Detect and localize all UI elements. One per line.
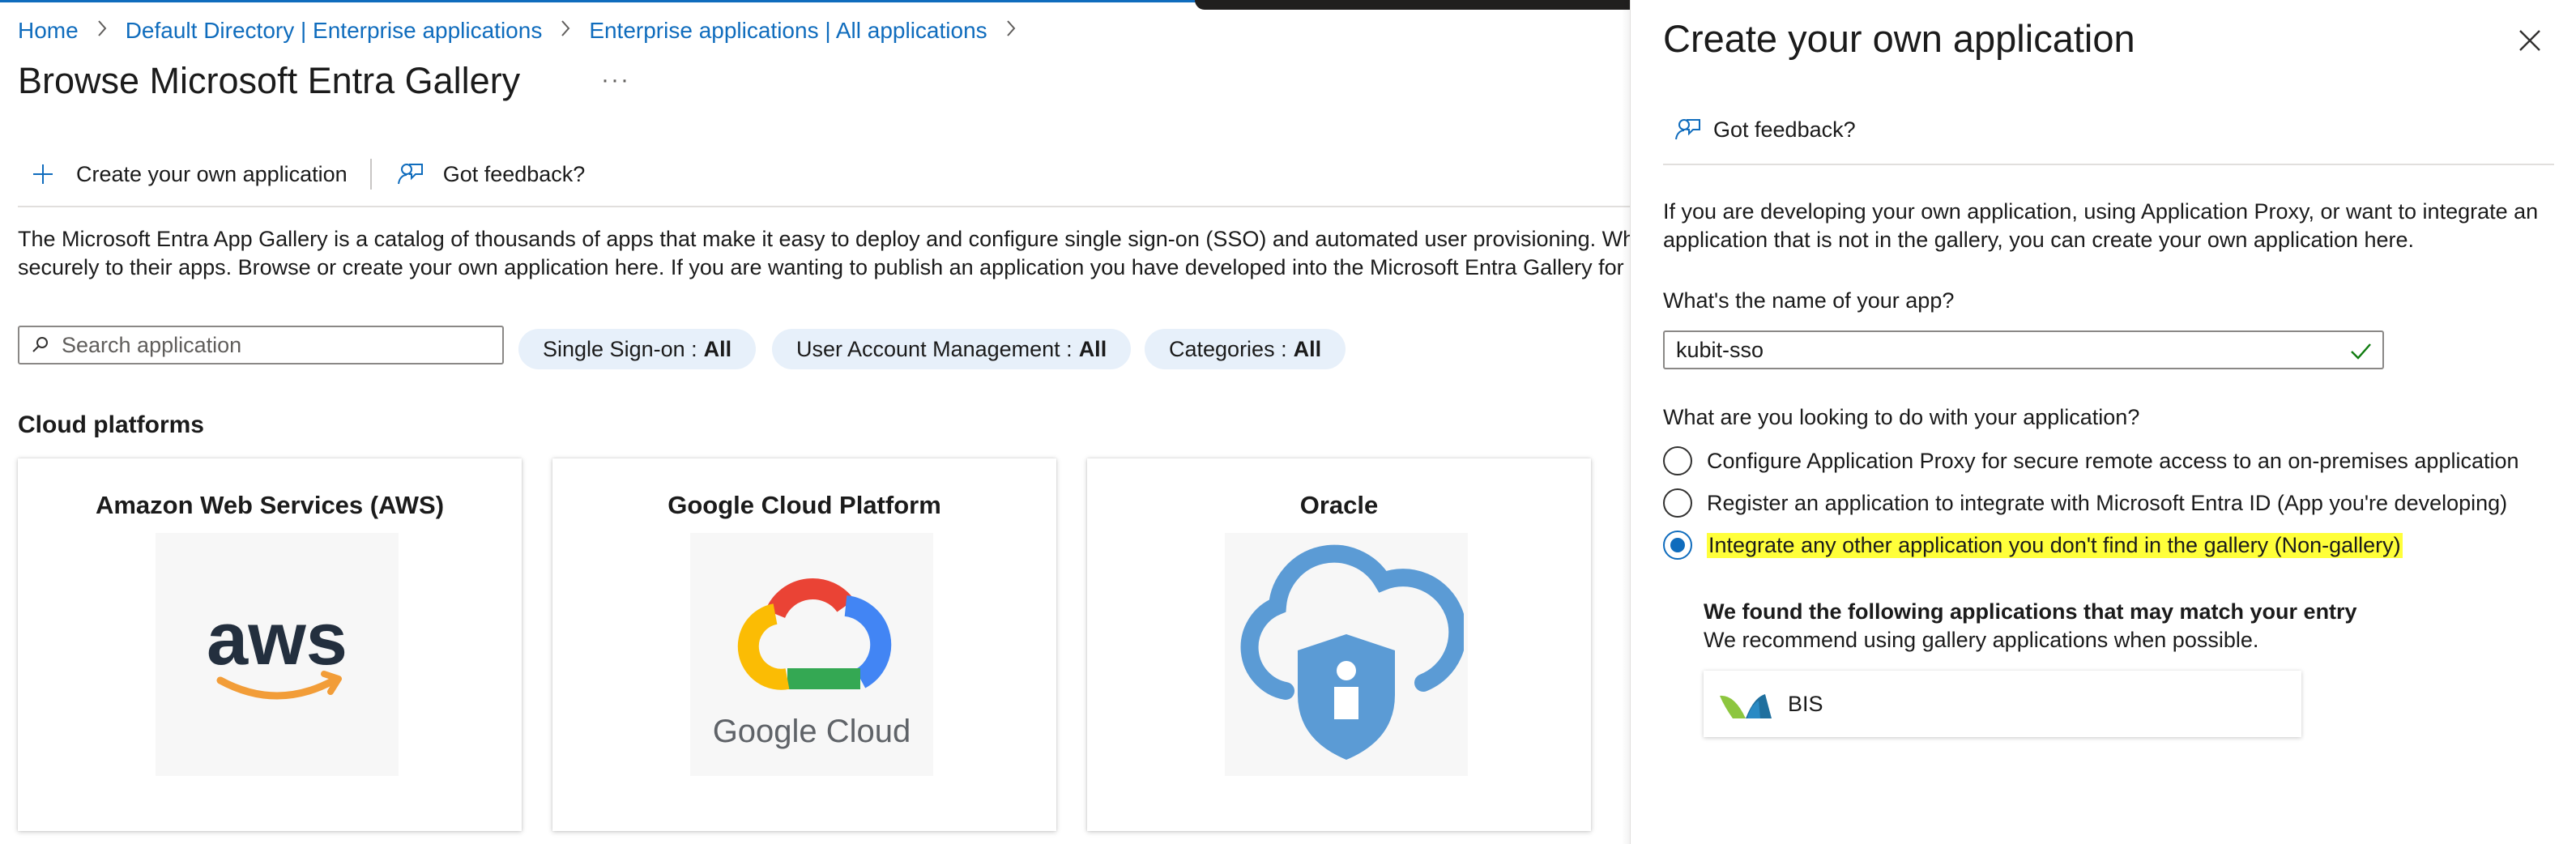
chevron-right-icon bbox=[96, 19, 108, 43]
radio-button[interactable] bbox=[1663, 446, 1692, 475]
radio-option-app-proxy[interactable]: Configure Application Proxy for secure r… bbox=[1663, 446, 2519, 475]
filter-label: Single Sign-on : bbox=[543, 336, 697, 361]
radio-label: Integrate any other application you don'… bbox=[1707, 532, 2403, 558]
command-bar-divider bbox=[18, 206, 1630, 207]
radio-button[interactable] bbox=[1663, 488, 1692, 518]
search-icon bbox=[31, 335, 50, 355]
filter-user-account-management[interactable]: User Account Management : All bbox=[772, 329, 1132, 369]
page-title: Browse Microsoft Entra Gallery bbox=[18, 60, 521, 101]
filter-value: All bbox=[1293, 336, 1322, 361]
radio-option-register-app[interactable]: Register an application to integrate wit… bbox=[1663, 488, 2507, 518]
radio-button-selected[interactable] bbox=[1663, 531, 1692, 560]
oracle-cloud-shield-icon bbox=[1225, 533, 1468, 776]
chevron-right-icon bbox=[560, 19, 571, 43]
search-box[interactable] bbox=[18, 326, 504, 364]
filter-label: User Account Management : bbox=[796, 336, 1073, 361]
app-card-aws[interactable]: Amazon Web Services (AWS) aws bbox=[18, 458, 522, 831]
breadcrumb-home[interactable]: Home bbox=[18, 18, 79, 44]
filter-categories[interactable]: Categories : All bbox=[1145, 329, 1346, 369]
create-application-panel: Create your own application Got feedback… bbox=[1630, 0, 2576, 844]
search-input[interactable] bbox=[60, 331, 481, 359]
more-options-button[interactable]: ··· bbox=[601, 66, 630, 94]
radio-label: Register an application to integrate wit… bbox=[1707, 490, 2508, 515]
card-title: Google Cloud Platform bbox=[667, 491, 941, 519]
filter-label: Categories : bbox=[1169, 336, 1287, 361]
checkmark-icon bbox=[2348, 339, 2373, 369]
radio-option-non-gallery[interactable]: Integrate any other application you don'… bbox=[1663, 531, 2403, 560]
google-cloud-logo-text: Google Cloud bbox=[713, 714, 911, 749]
aws-logo-text: aws bbox=[207, 598, 348, 680]
panel-description: If you are developing your own applicati… bbox=[1663, 199, 2539, 252]
command-bar: Create your own application Got feedback… bbox=[18, 154, 595, 194]
description-line-2: securely to their apps. Browse or create… bbox=[18, 255, 1630, 279]
plus-icon bbox=[28, 159, 58, 190]
purpose-label: What are you looking to do with your app… bbox=[1663, 405, 2140, 429]
got-feedback-label: Got feedback? bbox=[442, 161, 586, 186]
aws-logo: aws bbox=[156, 533, 399, 776]
gallery-description: The Microsoft Entra App Gallery is a cat… bbox=[18, 225, 1630, 282]
panel-divider bbox=[1663, 164, 2554, 165]
app-card-oracle[interactable]: Oracle bbox=[1087, 458, 1591, 831]
panel-got-feedback-label: Got feedback? bbox=[1713, 117, 1856, 142]
got-feedback-button[interactable]: Got feedback? bbox=[385, 159, 595, 190]
description-line-1: The Microsoft Entra App Gallery is a cat… bbox=[18, 227, 1630, 251]
create-own-application-button[interactable]: Create your own application bbox=[18, 159, 357, 190]
app-name-label: What's the name of your app? bbox=[1663, 288, 1955, 313]
app-root: Home Default Directory | Enterprise appl… bbox=[0, 0, 2576, 844]
command-divider bbox=[369, 159, 372, 190]
feedback-icon bbox=[1673, 115, 1702, 144]
app-card-google-cloud[interactable]: Google Cloud Platform Google Cloud bbox=[552, 458, 1056, 831]
breadcrumb-default-directory[interactable]: Default Directory | Enterprise applicati… bbox=[126, 18, 543, 44]
app-name-field[interactable] bbox=[1663, 330, 2384, 369]
app-name-input[interactable] bbox=[1674, 336, 2339, 364]
card-title: Oracle bbox=[1299, 491, 1379, 519]
filter-single-sign-on[interactable]: Single Sign-on : All bbox=[518, 329, 757, 369]
matched-app-card[interactable]: BIS bbox=[1704, 671, 2301, 737]
radio-label: Configure Application Proxy for secure r… bbox=[1707, 448, 2519, 473]
google-cloud-logo: Google Cloud bbox=[690, 533, 933, 776]
card-title: Amazon Web Services (AWS) bbox=[95, 491, 445, 519]
filter-value: All bbox=[1078, 336, 1107, 361]
section-title-cloud-platforms: Cloud platforms bbox=[18, 411, 204, 438]
matched-app-name: BIS bbox=[1788, 691, 1823, 716]
match-subtitle: We recommend using gallery applications … bbox=[1704, 628, 2259, 652]
create-own-application-label: Create your own application bbox=[76, 161, 348, 186]
filter-value: All bbox=[703, 336, 732, 361]
panel-title: Create your own application bbox=[1663, 17, 2135, 60]
bis-logo-icon bbox=[1718, 688, 1775, 720]
match-title: We found the following applications that… bbox=[1704, 599, 2357, 624]
breadcrumb-all-applications[interactable]: Enterprise applications | All applicatio… bbox=[589, 18, 987, 44]
panel-got-feedback-button[interactable]: Got feedback? bbox=[1673, 115, 1856, 144]
breadcrumb: Home Default Directory | Enterprise appl… bbox=[18, 15, 1034, 47]
close-panel-button[interactable] bbox=[2514, 24, 2546, 57]
feedback-icon bbox=[395, 159, 425, 190]
chevron-right-icon bbox=[1005, 19, 1017, 43]
close-icon bbox=[2519, 30, 2540, 51]
